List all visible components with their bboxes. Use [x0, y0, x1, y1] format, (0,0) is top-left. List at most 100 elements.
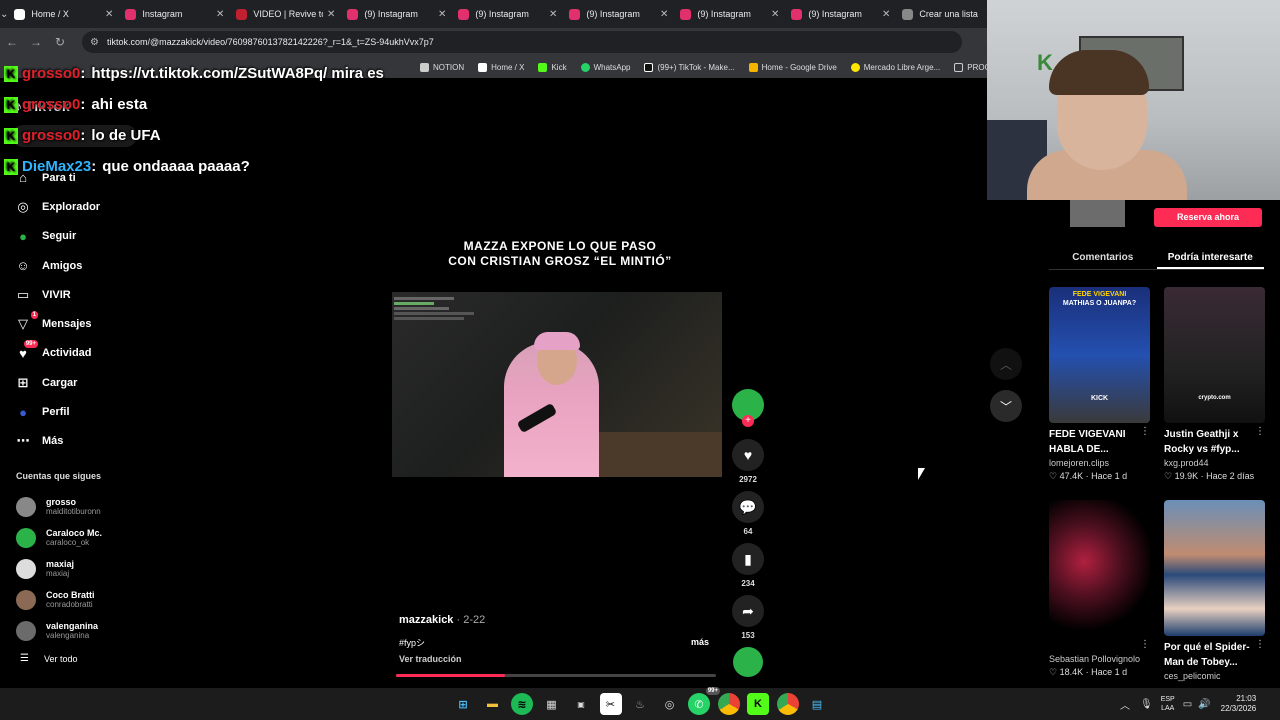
chevron-up-icon[interactable]: ︿	[1120, 697, 1130, 712]
close-tab-icon[interactable]: ✕	[327, 9, 335, 20]
steam-icon[interactable]: ♨	[629, 693, 651, 715]
browser-tab[interactable]: (9) Instagram ✕	[563, 0, 674, 28]
tab-comments[interactable]: Comentarios	[1049, 244, 1157, 269]
see-all-button[interactable]: ☰ Ver todo	[20, 653, 78, 664]
tab-search-chevron-icon[interactable]: ⌄	[0, 0, 8, 28]
chrome-profile-icon[interactable]	[776, 693, 799, 715]
close-tab-icon[interactable]: ✕	[216, 9, 224, 20]
following-account[interactable]: grosso malditotiburonn	[16, 492, 102, 523]
sidebar-item-vivir[interactable]: ▭ VIVIR	[14, 280, 100, 309]
video-thumbnail[interactable]: FEDE VIGEVANI MATHIAS O JUANPA? KICK	[1049, 287, 1150, 423]
recommended-video-card[interactable]: crypto.com Justin Geathji x Rocky vs #fy…	[1164, 287, 1265, 482]
browser-tab[interactable]: Home / X ✕	[8, 0, 119, 28]
notepad-icon[interactable]: ▤	[806, 693, 828, 715]
spotify-icon[interactable]: ≋	[511, 693, 533, 715]
avatar	[16, 589, 36, 610]
more-options-icon[interactable]: ⋮	[1255, 639, 1265, 650]
monitor-icon[interactable]: ▭	[1183, 699, 1192, 710]
video-thumbnail[interactable]	[1049, 500, 1150, 636]
close-tab-icon[interactable]: ✕	[549, 9, 557, 20]
microsoft-store-icon[interactable]: ▦	[541, 693, 563, 715]
sidebar-item-cargar[interactable]: ⊞ Cargar	[14, 368, 100, 397]
close-tab-icon[interactable]: ✕	[771, 9, 779, 20]
recommended-video-card[interactable]: Por qué el Spider-Man de Tobey... ⋮ ces_…	[1164, 500, 1265, 681]
following-account[interactable]: Coco Bratti conradobratti	[16, 584, 102, 615]
sidebar-item-amigos[interactable]: ☺ Amigos	[14, 251, 100, 280]
whatsapp-icon[interactable]: ✆ 99+	[688, 687, 720, 715]
author-avatar[interactable]: +	[732, 389, 764, 427]
video-author[interactable]: lomejoren.clips	[1049, 458, 1150, 468]
sidebar-item-mas[interactable]: ⋯ Más	[14, 427, 100, 456]
following-account[interactable]: Caraloco Mc. caraloco_ok	[16, 523, 102, 554]
sidebar-item-perfil[interactable]: ● Perfil	[14, 397, 100, 426]
file-explorer-icon[interactable]: ▬	[482, 693, 504, 715]
address-bar[interactable]: ⚙ tiktok.com/@mazzakick/video/7609876013…	[82, 31, 962, 53]
following-account[interactable]: maxiaj maxiaj	[16, 554, 102, 585]
sidebar-item-actividad[interactable]: ♥ 99+ Actividad	[14, 339, 100, 368]
bookmark-google-drive[interactable]: Home - Google Drive	[748, 62, 837, 72]
language-indicator[interactable]: ESP LAA	[1161, 695, 1175, 713]
next-video-button[interactable]: ﹀	[990, 390, 1022, 422]
back-icon[interactable]: ←	[0, 28, 24, 56]
bookmark-mercado-libre[interactable]: Mercado Libre Arge...	[850, 62, 940, 72]
sound-avatar[interactable]	[733, 647, 763, 677]
comment-button[interactable]: 💬	[732, 491, 764, 523]
close-tab-icon[interactable]: ✕	[438, 9, 446, 20]
obs-icon[interactable]: ◎	[659, 693, 681, 715]
share-button[interactable]: ➦	[732, 595, 764, 627]
browser-tab[interactable]: Instagram ✕	[119, 0, 230, 28]
sidebar-item-seguir[interactable]: ● Seguir	[14, 222, 100, 251]
save-button[interactable]: ▮	[732, 543, 764, 575]
kick-icon[interactable]: K	[747, 693, 769, 715]
more-options-icon[interactable]: ⋮	[1140, 426, 1150, 437]
close-tab-icon[interactable]: ✕	[882, 9, 890, 20]
previous-video-button[interactable]: ︿	[990, 348, 1022, 380]
site-info-icon[interactable]: ⚙	[90, 37, 99, 48]
bookmark-x[interactable]: Home / X	[478, 62, 524, 72]
follow-plus-icon[interactable]: +	[742, 415, 754, 427]
tab-might-interest[interactable]: Podría interesarte	[1156, 244, 1264, 269]
chrome-icon[interactable]	[717, 693, 740, 715]
close-tab-icon[interactable]: ✕	[660, 9, 668, 20]
cpu-monitor-icon[interactable]: ▣	[570, 693, 592, 715]
browser-tab[interactable]: (9) Instagram ✕	[452, 0, 563, 28]
forward-icon[interactable]: →	[24, 28, 48, 56]
bookmark-tiktok[interactable]: (99+) TikTok - Make...	[644, 62, 735, 72]
bookmark-folder-prog[interactable]: PROG	[954, 62, 991, 72]
video-thumbnail[interactable]: crypto.com	[1164, 287, 1265, 423]
instagram-icon	[791, 8, 803, 20]
recommended-video-card[interactable]: FEDE VIGEVANI MATHIAS O JUANPA? KICK FED…	[1049, 287, 1150, 482]
reserve-now-button[interactable]: Reserva ahora	[1154, 208, 1262, 227]
browser-tab[interactable]: (9) Instagram ✕	[341, 0, 452, 28]
capcut-icon[interactable]: ✂	[599, 693, 622, 715]
bookmark-kick[interactable]: Kick	[538, 62, 567, 72]
video-thumbnail[interactable]	[1164, 500, 1265, 636]
sidebar-item-explorador[interactable]: ◎ Explorador	[14, 192, 100, 221]
reload-icon[interactable]: ↻	[48, 28, 72, 56]
see-translation-button[interactable]: Ver traducción	[399, 654, 462, 664]
video-author[interactable]: ces_pelicomic	[1164, 671, 1265, 681]
following-account[interactable]: valenganina valenganina	[16, 615, 102, 646]
windows-start-icon[interactable]: ⊞	[452, 693, 474, 715]
recommended-video-card[interactable]: ⋮ Sebastian Pollovignolo ♡ 18.4K · Hace …	[1049, 500, 1150, 678]
browser-tab[interactable]: (9) Instagram ✕	[785, 0, 896, 28]
sidebar-item-mensajes[interactable]: ▽ 1 Mensajes	[14, 309, 100, 338]
close-tab-icon[interactable]: ✕	[105, 9, 113, 20]
video-progress-bar[interactable]	[396, 674, 716, 677]
bookmark-notion[interactable]: NOTION	[420, 62, 464, 72]
video-hashtag[interactable]: #fypシ	[399, 636, 425, 649]
caption-more-button[interactable]: más	[691, 637, 709, 647]
system-clock[interactable]: 21:03 22/3/2026	[1221, 694, 1257, 714]
browser-tab[interactable]: VIDEO | Revive to ✕	[230, 0, 341, 28]
video-author[interactable]: Sebastian Pollovignolo	[1049, 654, 1150, 664]
video-author[interactable]: kxg.prod44	[1164, 458, 1265, 468]
browser-tab[interactable]: (9) Instagram ✕	[674, 0, 785, 28]
bookmark-whatsapp[interactable]: WhatsApp	[580, 62, 630, 72]
microphone-icon[interactable]: 🎙	[1140, 699, 1153, 710]
more-options-icon[interactable]: ⋮	[1255, 426, 1265, 437]
video-author[interactable]: mazzakick · 2-22	[399, 614, 485, 626]
speaker-icon[interactable]: 🔊	[1198, 699, 1210, 710]
like-button[interactable]: ♥	[732, 439, 764, 471]
more-options-icon[interactable]: ⋮	[1140, 639, 1150, 650]
video-player[interactable]	[392, 292, 722, 477]
